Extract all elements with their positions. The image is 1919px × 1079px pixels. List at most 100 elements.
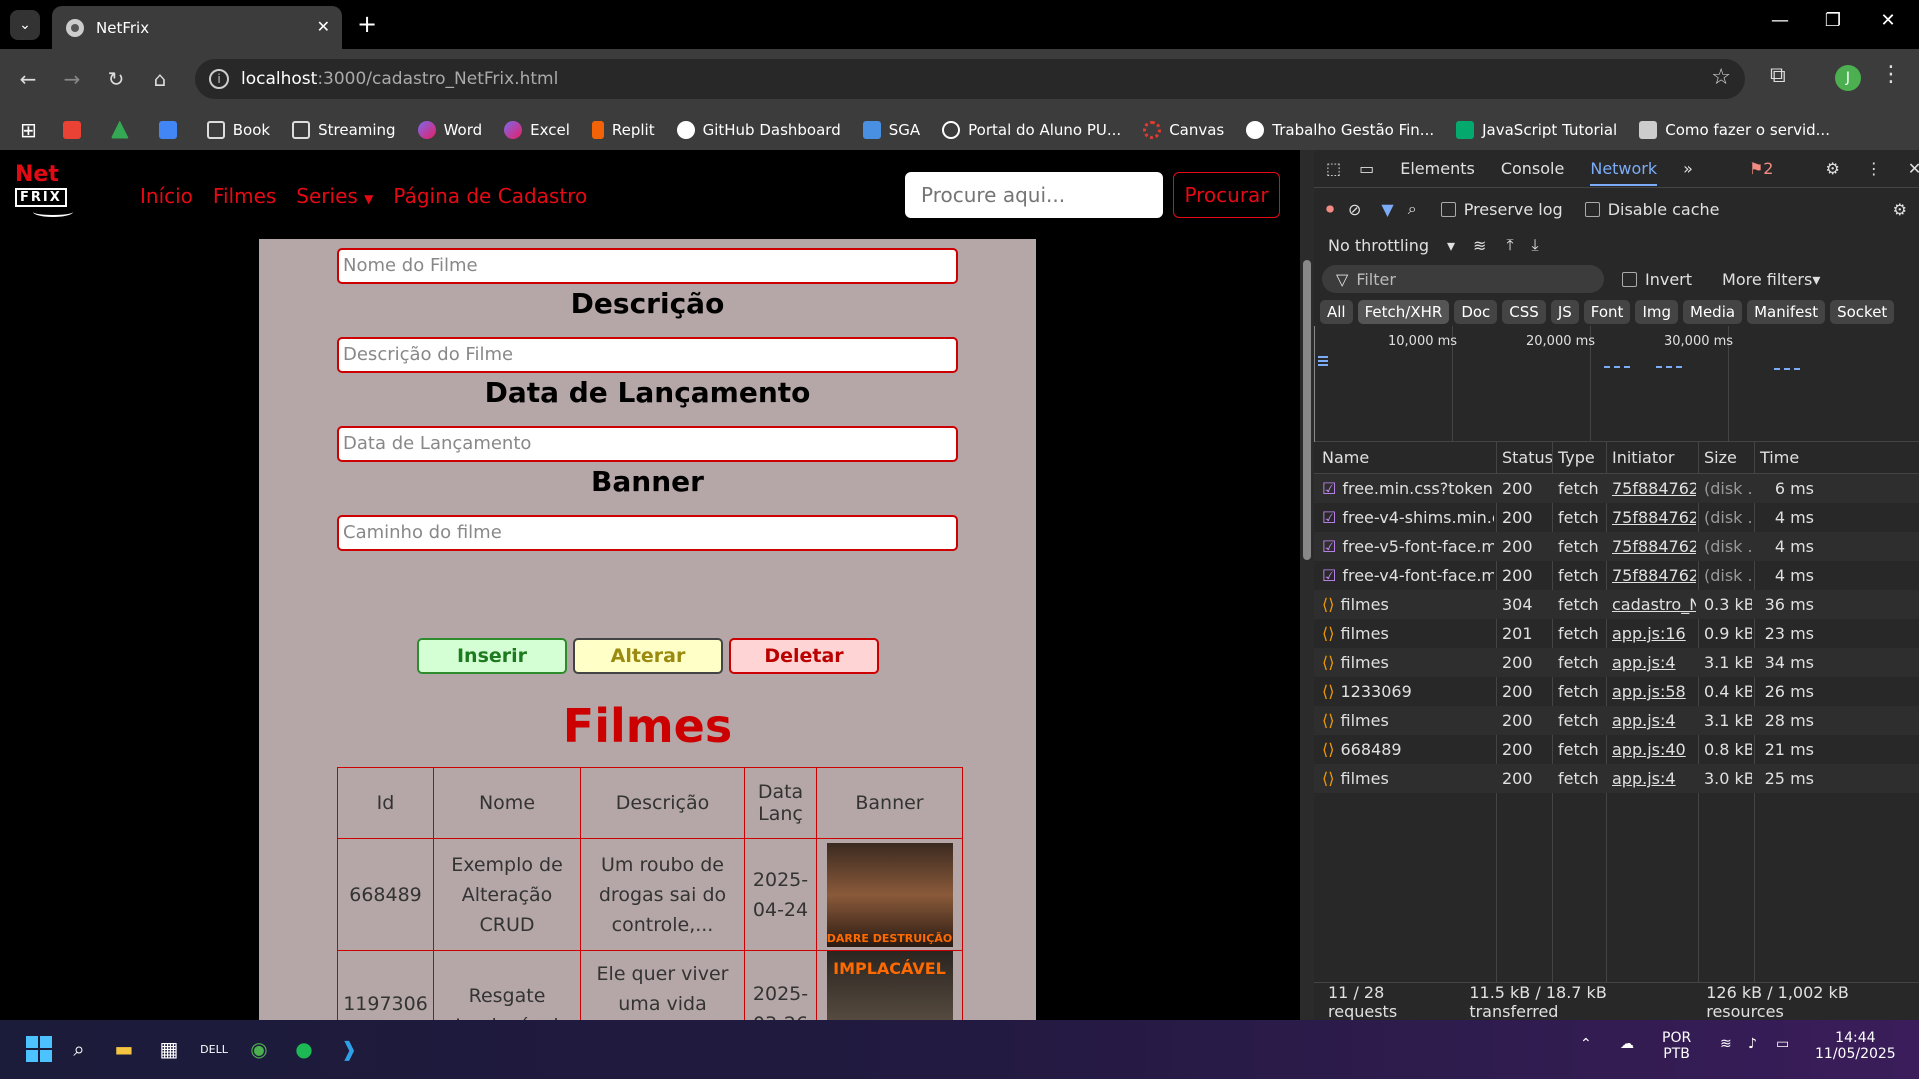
request-row[interactable]: ⟨⟩ 1233069 200 fetch app.js:58 0.4 kB 26 ms — [1314, 677, 1919, 706]
language-indicator[interactable]: POR PTB — [1662, 1030, 1691, 1062]
bookmark-github-dashboard[interactable]: GitHub Dashboard — [676, 120, 841, 139]
more-filters-button[interactable]: More filters — [1722, 270, 1812, 289]
nav-inicio[interactable]: Início — [140, 184, 193, 208]
filter-doc[interactable]: Doc — [1454, 300, 1498, 324]
request-row[interactable]: ⟨⟩ filmes 200 fetch app.js:4 3.1 kB 28 ms — [1314, 706, 1919, 735]
bookmark-streaming[interactable]: Streaming — [292, 120, 396, 139]
bookmark-replit[interactable]: Replit — [591, 120, 655, 139]
weather-icon[interactable]: ☁ — [1620, 1036, 1634, 1052]
table-row[interactable]: 1197306 Resgate Implacável Ele quer vive… — [337, 950, 963, 1020]
bookmark-excel[interactable]: Excel — [504, 120, 570, 139]
request-row[interactable]: ⟨⟩ filmes 201 fetch app.js:16 0.9 kB 23 ms — [1314, 619, 1919, 648]
col-time[interactable]: Time — [1760, 448, 1799, 467]
col-type[interactable]: Type — [1558, 448, 1595, 467]
request-initiator[interactable]: app.js:4 — [1612, 711, 1696, 730]
banner-path-input[interactable]: Caminho do filme — [337, 515, 958, 551]
movie-description-input[interactable]: Descrição do Filme — [337, 337, 958, 373]
filter-icon[interactable]: ▼ — [1381, 200, 1393, 219]
request-row[interactable]: ⟨⟩ filmes 304 fetch cadastro_NetFrix 0.3 kB 36… — [1314, 590, 1919, 619]
request-initiator[interactable]: 75f884762c.js:1 — [1612, 566, 1696, 585]
filter-img[interactable]: Img — [1635, 300, 1679, 324]
request-initiator[interactable]: app.js:4 — [1612, 653, 1696, 672]
search-button[interactable]: Procurar — [1173, 172, 1280, 218]
apps-icon[interactable]: ⊞ — [20, 118, 37, 142]
request-initiator[interactable]: app.js:58 — [1612, 682, 1696, 701]
browser-menu-icon[interactable]: ⋮ — [1880, 62, 1902, 87]
request-row[interactable]: ☑ free-v4-shims.min.css?t... 200 fetch 75f88… — [1314, 503, 1919, 532]
bookmark-sga[interactable]: SGA — [862, 120, 920, 139]
network-timeline[interactable]: 10,000 ms 20,000 ms 30,000 ms — [1314, 326, 1919, 442]
site-info-icon[interactable]: i — [209, 69, 229, 89]
tab-search-button[interactable]: ⌄ — [10, 10, 40, 40]
store-icon[interactable]: ▦ — [152, 1032, 186, 1066]
filter-all[interactable]: All — [1320, 300, 1353, 324]
home-button[interactable]: ⌂ — [144, 63, 176, 95]
file-explorer-icon[interactable]: ▬ — [107, 1032, 141, 1066]
wifi-icon[interactable]: ≋ — [1720, 1036, 1732, 1052]
release-date-input[interactable]: Data de Lançamento — [337, 426, 958, 462]
scrollbar-thumb[interactable] — [1303, 260, 1311, 560]
col-initiator[interactable]: Initiator — [1612, 448, 1674, 467]
forward-button[interactable]: → — [56, 63, 88, 95]
bookmark-servidor[interactable]: Como fazer o servid... — [1639, 120, 1830, 139]
settings-gear-icon[interactable]: ⚙ — [1825, 159, 1839, 178]
nav-series[interactable]: Series ▼ — [296, 184, 373, 208]
request-initiator[interactable]: cadastro_NetFrix — [1612, 595, 1696, 614]
update-button[interactable]: Alterar — [573, 638, 723, 674]
minimize-button[interactable]: — — [1760, 10, 1800, 31]
inspect-icon[interactable]: ⬚ — [1326, 159, 1341, 178]
dell-icon[interactable]: DELL — [197, 1032, 231, 1066]
bookmark-portal[interactable]: Portal do Aluno PU... — [942, 120, 1121, 139]
clear-icon[interactable]: ⊘ — [1348, 200, 1361, 219]
request-row[interactable]: ⟨⟩ filmes 200 fetch app.js:4 3.0 kB 25 ms — [1314, 764, 1919, 793]
movie-name-input[interactable]: Nome do Filme — [337, 248, 958, 284]
tab-console[interactable]: Console — [1501, 159, 1565, 178]
throttling-select[interactable]: No throttling — [1328, 236, 1429, 255]
extensions-icon[interactable]: ⧉ — [1770, 63, 1786, 88]
device-toggle-icon[interactable]: ▭ — [1359, 159, 1374, 178]
tray-overflow-icon[interactable]: ⌃ — [1580, 1036, 1592, 1052]
search-icon[interactable]: ⌕ — [1408, 199, 1417, 219]
clock[interactable]: 14:44 11/05/2025 — [1815, 1030, 1896, 1062]
bookmark-drive[interactable] — [110, 120, 137, 139]
filter-input[interactable]: ▽ Filter — [1322, 265, 1604, 293]
request-row[interactable]: ☑ free-v5-font-face.min.cs... 200 fetch 75f8… — [1314, 532, 1919, 561]
back-button[interactable]: ← — [12, 63, 44, 95]
filter-media[interactable]: Media — [1683, 300, 1743, 324]
insert-button[interactable]: Inserir — [417, 638, 567, 674]
filter-manifest[interactable]: Manifest — [1747, 300, 1826, 324]
bookmark-star-icon[interactable]: ☆ — [1711, 65, 1731, 90]
battery-icon[interactable]: ▭ — [1776, 1036, 1789, 1052]
record-icon[interactable]: ⏺ — [1326, 199, 1334, 219]
issues-badge[interactable]: ⚑2 — [1749, 159, 1800, 178]
request-row[interactable]: ⟨⟩ filmes 200 fetch app.js:4 3.1 kB 34 ms — [1314, 648, 1919, 677]
devtools-menu-icon[interactable]: ⋮ — [1866, 159, 1882, 178]
tab-netfrix[interactable]: NetFrix ✕ — [52, 6, 342, 49]
disable-cache-checkbox[interactable] — [1584, 201, 1600, 217]
bookmark-js-tutorial[interactable]: JavaScript Tutorial — [1456, 120, 1617, 139]
export-har-icon[interactable]: ⤓ — [1532, 235, 1539, 255]
tab-network[interactable]: Network — [1590, 159, 1658, 186]
windows-start-icon[interactable] — [22, 1032, 56, 1066]
close-window-button[interactable]: ✕ — [1868, 10, 1908, 31]
page-scrollbar[interactable] — [1300, 150, 1314, 1020]
nav-cadastro[interactable]: Página de Cadastro — [393, 184, 587, 208]
address-bar[interactable]: i localhost:3000/cadastro_NetFrix.html ☆ — [195, 59, 1745, 99]
profile-avatar[interactable]: J — [1835, 65, 1861, 91]
request-initiator[interactable]: app.js:40 — [1612, 740, 1696, 759]
request-row[interactable]: ⟨⟩ 668489 200 fetch app.js:40 0.8 kB 21 ms — [1314, 735, 1919, 764]
volume-icon[interactable]: ♪ — [1748, 1036, 1757, 1052]
col-size[interactable]: Size — [1704, 448, 1737, 467]
restore-button[interactable]: ❐ — [1813, 10, 1853, 31]
delete-button[interactable]: Deletar — [729, 638, 879, 674]
tab-elements[interactable]: Elements — [1400, 159, 1475, 178]
bookmark-app[interactable] — [158, 120, 185, 139]
col-name[interactable]: Name — [1322, 448, 1369, 467]
invert-checkbox[interactable] — [1622, 271, 1637, 287]
filter-fetch-xhr[interactable]: Fetch/XHR — [1357, 300, 1450, 324]
bookmark-trabalho[interactable]: Trabalho Gestão Fin... — [1246, 120, 1434, 139]
site-logo[interactable]: Net FRIX — [15, 164, 91, 228]
filter-font[interactable]: Font — [1583, 300, 1631, 324]
new-tab-button[interactable]: + — [352, 10, 382, 38]
request-initiator[interactable]: 75f884762c.js:1 — [1612, 508, 1696, 527]
